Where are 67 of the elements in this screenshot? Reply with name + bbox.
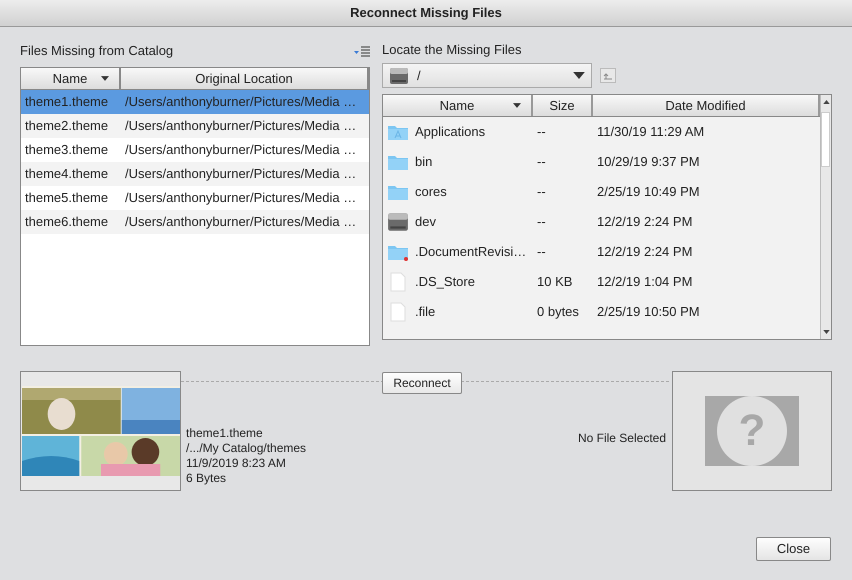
- file-name[interactable]: .file: [415, 302, 436, 322]
- table-cell-text: --: [536, 243, 547, 262]
- file-name[interactable]: bin: [415, 152, 432, 172]
- panel-title: Locate the Missing Files: [382, 41, 522, 59]
- window-title: Reconnect Missing Files: [350, 4, 502, 22]
- table-cell-text: theme6.theme: [24, 213, 110, 232]
- table-cell-text: /Users/anthonyburner/Pictures/Media …: [124, 93, 358, 112]
- file-info-text: 11/9/2019 8:23 AM: [186, 456, 287, 471]
- table-cell-text: 2/25/19 10:49 PM: [596, 183, 701, 202]
- file-name[interactable]: .DocumentRevisi…: [415, 242, 526, 262]
- file-name[interactable]: dev: [415, 212, 436, 232]
- applications-folder-icon: [387, 123, 409, 141]
- scrollbar[interactable]: [820, 95, 831, 339]
- table-cell-text: --: [536, 183, 547, 202]
- table-row[interactable]: theme2.theme /Users/anthonyburner/Pictures/Media …: [21, 114, 369, 138]
- table-cell-text: --: [536, 123, 547, 142]
- table-cell-text: 10 KB: [536, 273, 574, 292]
- scroll-down-icon: [822, 330, 830, 334]
- table-row[interactable]: theme4.theme /Users/anthonyburner/Pictures/Media …: [21, 162, 369, 186]
- sort-caret-icon: [513, 103, 521, 108]
- table-cell-text: /Users/anthonyburner/Pictures/Media …: [124, 213, 358, 232]
- caret-icon: [573, 72, 585, 79]
- table-cell-text: --: [536, 153, 547, 172]
- folder-icon: [387, 153, 409, 171]
- table-cell-text: theme5.theme: [24, 189, 110, 208]
- reconnect-button[interactable]: Reconnect: [382, 372, 462, 394]
- scroll-up-icon: [822, 100, 830, 104]
- restricted-folder-icon: [387, 243, 409, 261]
- table-row[interactable]: theme1.theme /Users/anthonyburner/Pictures/Media …: [21, 90, 369, 114]
- file-info-text: 6 Bytes: [186, 471, 228, 486]
- status-text: No File Selected: [578, 430, 667, 447]
- table-cell-text: 2/25/19 10:50 PM: [596, 303, 701, 322]
- column-header[interactable]: Name: [383, 95, 533, 116]
- table-cell-text: theme2.theme: [24, 117, 110, 136]
- file-name[interactable]: cores: [415, 182, 447, 202]
- path-dropdown[interactable]: /: [382, 63, 592, 88]
- table-cell-text: theme4.theme: [24, 165, 110, 184]
- table-cell-text: 12/2/19 1:04 PM: [596, 273, 694, 292]
- panel-title: Files Missing from Catalog: [20, 42, 174, 60]
- scrollbar-thumb[interactable]: [821, 112, 830, 167]
- table-cell-text: --: [536, 213, 547, 232]
- up-folder-button[interactable]: [600, 68, 616, 83]
- folder-icon: [387, 183, 409, 201]
- table-cell-text: 12/2/19 2:24 PM: [596, 213, 694, 232]
- table-cell-text: /Users/anthonyburner/Pictures/Media …: [124, 189, 358, 208]
- column-header[interactable]: Size: [533, 95, 593, 116]
- table-cell-text: /Users/anthonyburner/Pictures/Media …: [124, 141, 358, 160]
- table-cell-text: /Users/anthonyburner/Pictures/Media …: [124, 117, 358, 136]
- list-options-icon: [354, 46, 370, 58]
- file-info-text: /.../My Catalog/themes: [186, 441, 306, 456]
- file-name[interactable]: .DS_Store: [415, 272, 475, 292]
- close-button[interactable]: Close: [756, 537, 831, 561]
- table-cell-text: theme1.theme: [24, 93, 110, 112]
- document-icon: [390, 302, 406, 322]
- sort-caret-icon: [101, 76, 109, 81]
- file-name[interactable]: Applications: [415, 122, 486, 142]
- table-cell-text: /Users/anthonyburner/Pictures/Media …: [124, 165, 358, 184]
- question-mark: ?: [717, 396, 787, 466]
- file-info-text: theme1.theme: [186, 426, 264, 441]
- table-cell-text: 11/30/19 11:29 AM: [596, 123, 706, 142]
- up-arrow-icon: [603, 72, 613, 80]
- table-cell-text: 12/2/19 2:24 PM: [596, 243, 694, 262]
- table-cell-text: 10/29/19 9:37 PM: [596, 153, 701, 172]
- document-icon: [390, 272, 406, 292]
- table-cell-text: 0 bytes: [536, 303, 580, 322]
- table-row[interactable]: theme6.theme /Users/anthonyburner/Pictures/Media …: [21, 210, 369, 234]
- table-cell-text: theme3.theme: [24, 141, 110, 160]
